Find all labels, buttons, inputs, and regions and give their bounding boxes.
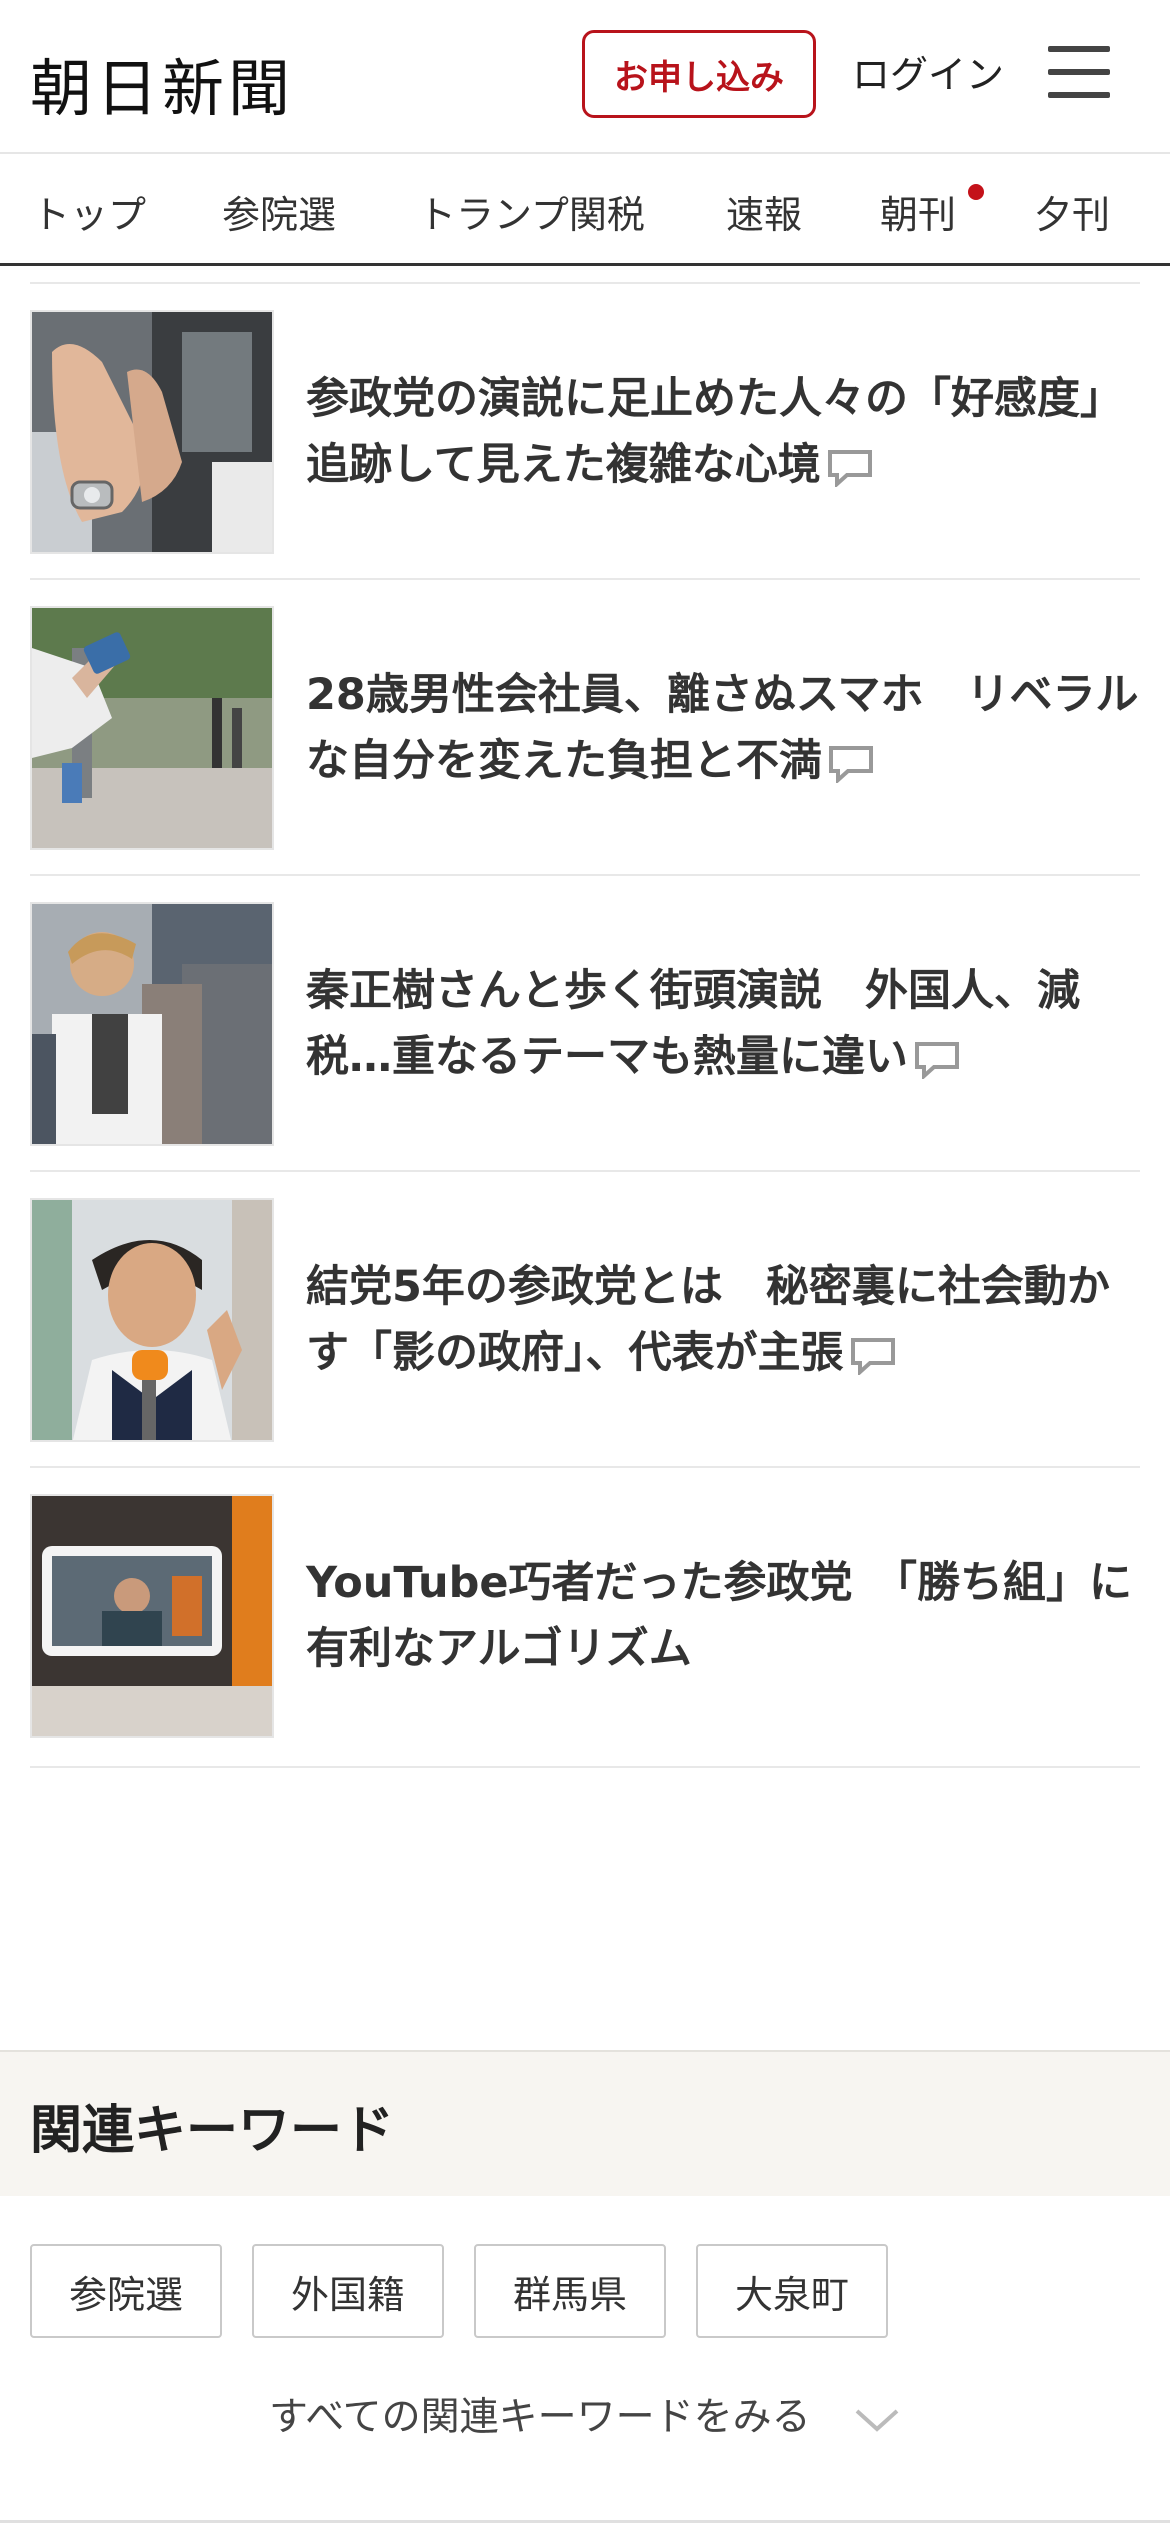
article-thumbnail[interactable] — [30, 310, 274, 554]
nav-tab-tariff[interactable]: トランプ関税 — [418, 184, 645, 239]
article-headline[interactable]: 28歳男性会社員、離さぬスマホ リベラルな自分を変えた負担と不満 — [306, 662, 1146, 794]
show-all-keywords-link[interactable]: すべての関連キーワードをみる — [0, 2386, 1170, 2442]
comment-icon — [850, 1337, 895, 1375]
keyword-tag[interactable]: 大泉町 — [696, 2244, 888, 2338]
keyword-tag[interactable]: 参院選 — [30, 2244, 222, 2338]
list-divider — [30, 1466, 1140, 1468]
list-divider — [30, 282, 1140, 284]
article-item[interactable]: 参政党の演説に足止めた人々の「好感度」 追跡して見えた複雑な心境 — [30, 294, 1140, 590]
article-thumbnail[interactable] — [30, 1198, 274, 1442]
site-header: 朝日新聞 お申し込み ログイン — [0, 0, 1170, 150]
list-divider — [30, 1766, 1140, 1768]
article-thumbnail[interactable] — [30, 606, 274, 850]
list-divider — [30, 1170, 1140, 1172]
nav-tab-morning[interactable]: 朝刊 — [880, 184, 956, 239]
article-headline[interactable]: 秦正樹さんと歩く街頭演説 外国人、減税…重なるテーマも熱量に違い — [306, 958, 1146, 1090]
list-divider — [30, 578, 1140, 580]
article-thumbnail[interactable] — [30, 1494, 274, 1738]
list-divider — [30, 874, 1140, 876]
keyword-tag[interactable]: 外国籍 — [252, 2244, 444, 2338]
article-item[interactable]: 28歳男性会社員、離さぬスマホ リベラルな自分を変えた負担と不満 — [30, 590, 1140, 886]
article-item[interactable]: YouTube巧者だった参政党 「勝ち組」に有利なアルゴリズム — [30, 1478, 1140, 1774]
section-divider — [0, 2520, 1170, 2523]
login-link[interactable]: ログイン — [852, 44, 1004, 99]
site-logo[interactable]: 朝日新聞 — [30, 38, 294, 128]
related-keywords-header: 関連キーワード — [0, 2050, 1170, 2196]
nav-tab-election[interactable]: 参院選 — [222, 184, 336, 239]
new-badge-dot — [968, 184, 984, 200]
chevron-down-icon — [855, 2409, 899, 2432]
article-item[interactable]: 結党5年の参政党とは 秘密裏に社会動かす「影の政府」、代表が主張 — [30, 1182, 1140, 1478]
article-headline[interactable]: 結党5年の参政党とは 秘密裏に社会動かす「影の政府」、代表が主張 — [306, 1254, 1146, 1386]
related-keywords-title: 関連キーワード — [30, 2101, 395, 2161]
article-item[interactable]: 秦正樹さんと歩く街頭演説 外国人、減税…重なるテーマも熱量に違い — [30, 886, 1140, 1182]
hamburger-menu-icon[interactable] — [1048, 46, 1110, 98]
keyword-tag[interactable]: 群馬県 — [474, 2244, 666, 2338]
show-all-keywords-label: すべての関連キーワードをみる — [268, 2395, 811, 2440]
comment-icon — [915, 1041, 959, 1079]
nav-tab-top[interactable]: トップ — [32, 184, 146, 239]
comment-icon — [827, 449, 872, 487]
nav-tab-breaking[interactable]: 速報 — [726, 184, 802, 239]
article-headline[interactable]: 参政党の演説に足止めた人々の「好感度」 追跡して見えた複雑な心境 — [306, 366, 1146, 498]
nav-tab-evening[interactable]: 夕刊 — [1034, 184, 1110, 239]
article-thumbnail[interactable] — [30, 902, 274, 1146]
category-nav: トップ 参院選 トランプ関税 速報 朝刊 夕刊 — [0, 152, 1170, 266]
comment-icon — [829, 745, 873, 783]
subscribe-button[interactable]: お申し込み — [582, 30, 816, 118]
article-headline[interactable]: YouTube巧者だった参政党 「勝ち組」に有利なアルゴリズム — [306, 1550, 1146, 1682]
